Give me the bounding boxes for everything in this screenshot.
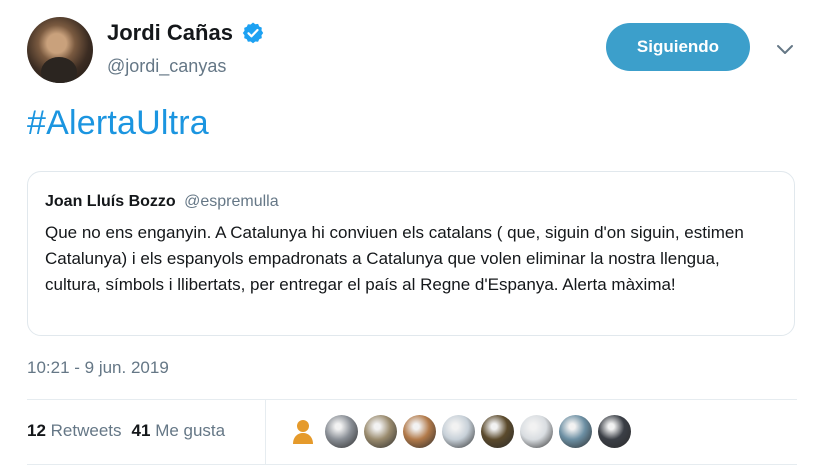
- stats-vertical-separator: [265, 400, 266, 464]
- liker-avatar[interactable]: [364, 415, 397, 448]
- liker-avatar[interactable]: [559, 415, 592, 448]
- quoted-author-name: Joan Lluís Bozzo: [45, 193, 176, 210]
- liker-avatar[interactable]: [598, 415, 631, 448]
- tweet-hashtag-link[interactable]: #AlertaUltra: [27, 104, 209, 143]
- quoted-author-handle: @espremulla: [184, 193, 279, 210]
- egg-avatar-icon[interactable]: [286, 415, 319, 448]
- author-handle[interactable]: @jordi_canyas: [107, 56, 226, 77]
- liker-avatar[interactable]: [325, 415, 358, 448]
- stats-divider-top: [27, 399, 797, 400]
- likes-label: Me gusta: [155, 421, 226, 440]
- author-name-row: Jordi Cañas: [107, 20, 265, 46]
- profile-avatar[interactable]: [27, 17, 93, 83]
- retweets-label: Retweets: [50, 421, 122, 440]
- stats-divider-bottom: [27, 464, 797, 465]
- quoted-tweet-header: Joan Lluís Bozzo @espremulla: [45, 193, 279, 211]
- liker-avatar[interactable]: [520, 415, 553, 448]
- retweets-stat[interactable]: 12 Retweets: [27, 421, 122, 441]
- likes-stat[interactable]: 41 Me gusta: [132, 421, 226, 441]
- tweet-timestamp[interactable]: 10:21 - 9 jun. 2019: [27, 358, 169, 378]
- liker-avatar[interactable]: [403, 415, 436, 448]
- retweets-count: 12: [27, 421, 46, 440]
- verified-badge-icon: [242, 22, 264, 44]
- quoted-tweet-card[interactable]: Joan Lluís Bozzo @espremulla Que no ens …: [27, 171, 795, 336]
- chevron-down-icon[interactable]: [774, 38, 796, 60]
- author-display-name[interactable]: Jordi Cañas: [107, 20, 233, 46]
- liker-avatar[interactable]: [442, 415, 475, 448]
- engagement-stats: 12 Retweets 41 Me gusta: [27, 421, 225, 441]
- quoted-tweet-body: Que no ens enganyin. A Catalunya hi conv…: [45, 223, 744, 294]
- following-button[interactable]: Siguiendo: [606, 23, 750, 71]
- liker-avatars-strip: [286, 415, 631, 448]
- likes-count: 41: [131, 421, 151, 440]
- liker-avatar[interactable]: [481, 415, 514, 448]
